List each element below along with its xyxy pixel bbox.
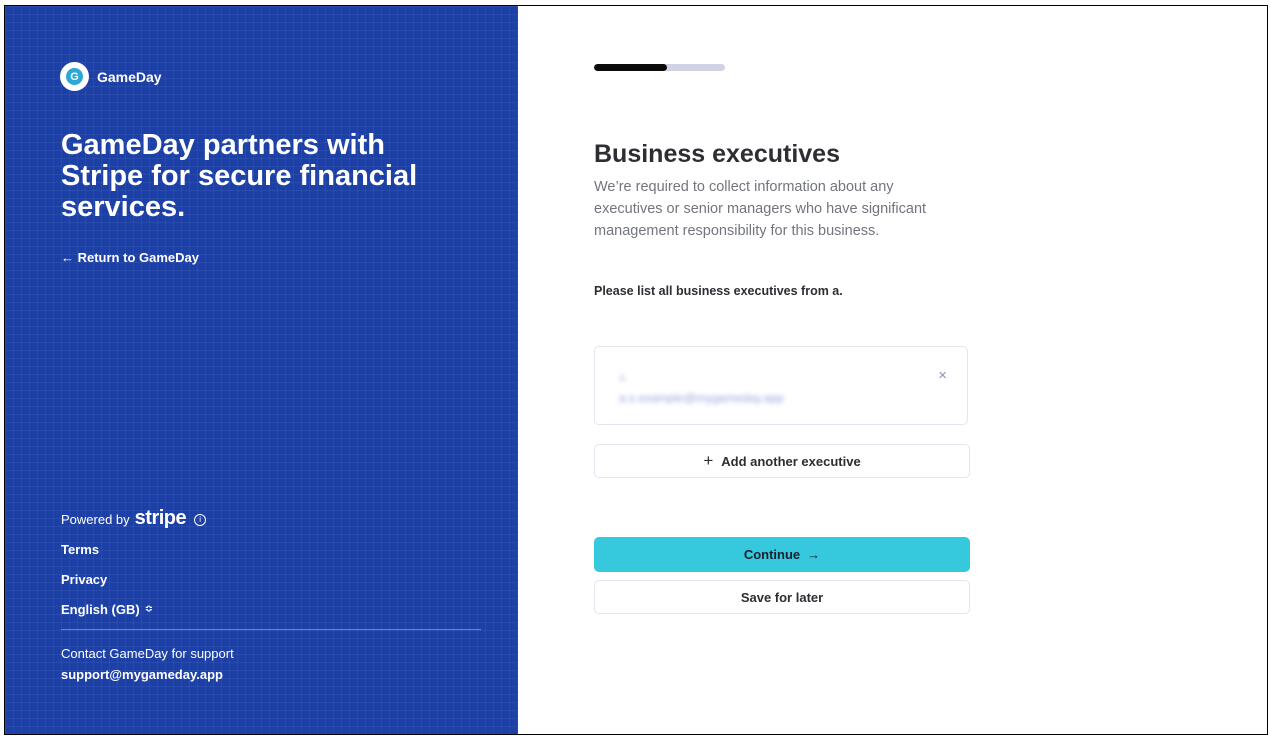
continue-button[interactable]: Continue → xyxy=(594,537,970,572)
plus-icon: + xyxy=(703,451,714,470)
save-for-later-label: Save for later xyxy=(740,589,824,605)
executive-email: a.s.example@mygameday.app xyxy=(619,391,784,405)
gameday-logo-icon: G xyxy=(60,62,89,91)
stripe-logo: stripe xyxy=(134,507,187,529)
gameday-logo-letter: G xyxy=(66,68,83,85)
brand-name: GameDay xyxy=(97,68,162,85)
progress-bar xyxy=(594,64,725,71)
brand: G GameDay xyxy=(60,62,162,91)
powered-by-stripe: Powered by stripe i xyxy=(61,507,207,531)
language-selector[interactable]: English (GB) ≎ xyxy=(61,602,153,617)
page-title: Business executives xyxy=(594,140,840,168)
chevron-up-down-icon: ≎ xyxy=(144,604,154,615)
instruction-text: Please list all business executives from… xyxy=(594,284,843,298)
page-description: We’re required to collect information ab… xyxy=(594,179,927,239)
progress-bar-fill xyxy=(594,64,668,71)
main-panel: Business executives We’re required to co… xyxy=(518,6,1267,734)
add-executive-button[interactable]: + Add another executive xyxy=(594,444,970,478)
support-contact-text: Contact GameDay for support xyxy=(61,646,234,661)
arrow-right-icon: → xyxy=(807,547,821,562)
return-to-gameday-link[interactable]: ← Return to GameDay xyxy=(61,250,199,265)
sidebar: G GameDay GameDay partners with Stripe f… xyxy=(5,6,518,734)
privacy-link[interactable]: Privacy xyxy=(61,572,107,587)
sidebar-headline: GameDay partners with Stripe for secure … xyxy=(61,129,418,223)
close-icon[interactable]: × xyxy=(938,367,947,384)
support-email-link[interactable]: support@mygameday.app xyxy=(61,667,223,682)
window-frame: G GameDay GameDay partners with Stripe f… xyxy=(4,5,1268,735)
continue-label: Continue xyxy=(743,547,801,562)
powered-by-label: Powered by xyxy=(61,512,130,527)
executive-name: a xyxy=(619,372,626,384)
language-label: English (GB) xyxy=(61,602,140,617)
executive-card[interactable]: a a.s.example@mygameday.app × xyxy=(594,346,968,425)
save-for-later-button[interactable]: Save for later xyxy=(594,580,970,614)
sidebar-divider xyxy=(61,629,481,630)
info-icon[interactable]: i xyxy=(194,513,207,526)
terms-link[interactable]: Terms xyxy=(61,542,99,557)
add-executive-label: Add another executive xyxy=(721,453,861,469)
